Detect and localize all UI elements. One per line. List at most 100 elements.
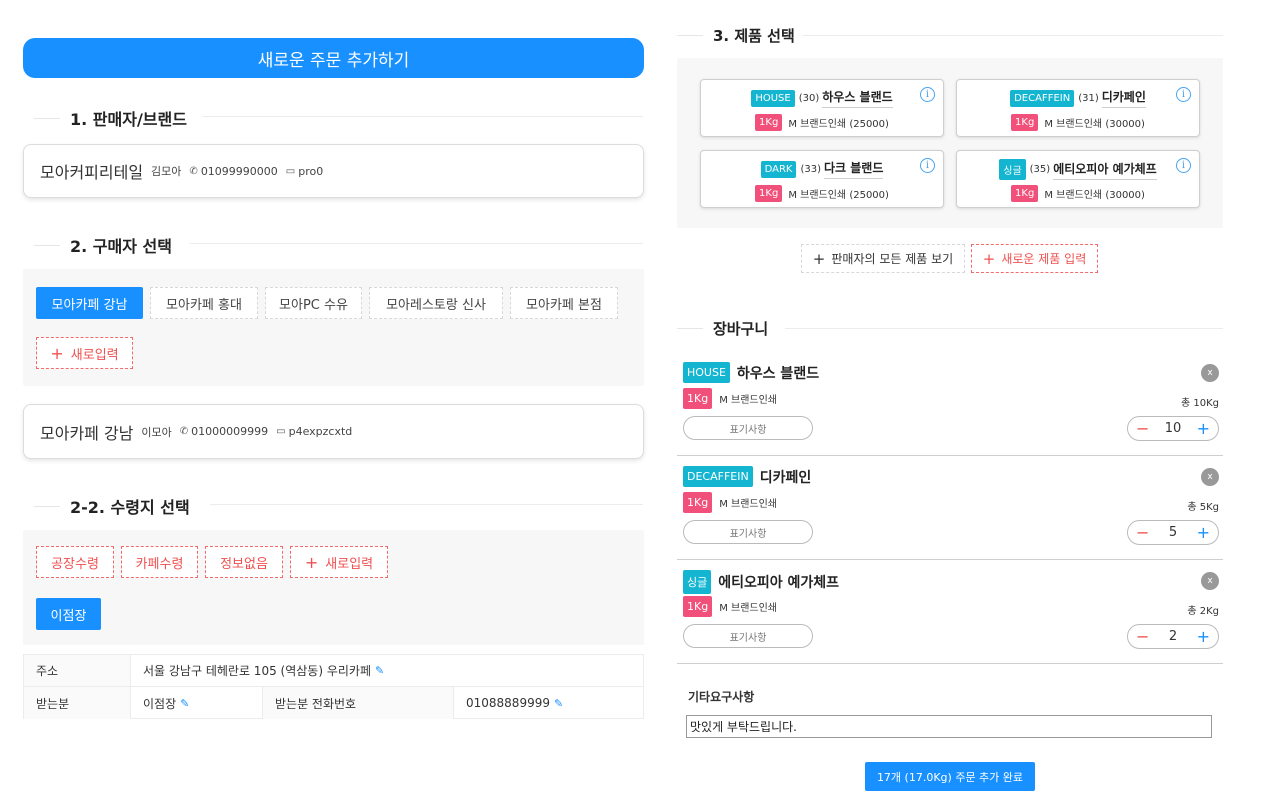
request-input[interactable] (686, 715, 1212, 738)
product-name: 디카페인 (1101, 88, 1146, 108)
seller-id: pro0 (298, 164, 324, 178)
address-table: 주소 서울 강남구 테헤란로 105 (역삼동) 우리카페 ✎ 받는분 이점장 … (23, 654, 644, 719)
product-desc: M 브랜드인쇄 (25000) (788, 190, 889, 201)
buyer-option-label: 모아레스토랑 신사 (386, 297, 486, 313)
recipient-row: 받는분 이점장 ✎ 받는분 전화번호 01088889999 ✎ (24, 687, 643, 719)
new-product-button[interactable]: + 새로운 제품 입력 (971, 244, 1098, 273)
recipient-phone-value: 01088889999 (466, 696, 550, 710)
minus-icon[interactable]: − (1136, 524, 1149, 541)
product-name: 다크 블랜드 (824, 159, 884, 179)
address-value-cell[interactable]: 서울 강남구 테헤란로 105 (역삼동) 우리카페 ✎ (131, 655, 384, 686)
buyer-phone: 01000009999 (191, 425, 269, 438)
divider (190, 243, 643, 244)
edit-icon[interactable]: ✎ (554, 697, 563, 710)
product-desc: M 브랜드인쇄 (25000) (788, 119, 889, 130)
info-icon[interactable]: i (1176, 87, 1191, 102)
product-card[interactable]: DARK (33) 다크 블랜드 1Kg M 브랜드인쇄 (25000) i (700, 150, 944, 208)
receiver-section-title: 2-2. 수령지 선택 (34, 494, 190, 518)
cart-item-name: 에티오피아 예가체프 (718, 575, 840, 591)
buyer-option-button[interactable]: 모아레스토랑 신사 (369, 287, 503, 319)
info-icon[interactable]: i (920, 158, 935, 173)
divider (202, 116, 643, 117)
cart-item-size: 1Kg (683, 492, 713, 513)
plus-icon: + (304, 552, 319, 572)
view-all-products-label: 판매자의 모든 제품 보기 (831, 252, 954, 266)
divider (802, 35, 1223, 36)
buyer-section-title: 2. 구매자 선택 (34, 233, 172, 257)
view-all-products-button[interactable]: + 판매자의 모든 제품 보기 (801, 244, 965, 273)
cart-item-desc: M 브랜드인쇄 (719, 395, 778, 406)
buyer-option-button[interactable]: 모아카페 홍대 (150, 287, 258, 319)
plus-icon[interactable]: + (1197, 524, 1210, 541)
remove-icon[interactable]: x (1201, 468, 1219, 486)
recipient-phone-label: 받는분 전화번호 (263, 687, 454, 719)
minus-icon[interactable]: − (1136, 420, 1149, 437)
add-order-header-button[interactable]: 새로운 주문 추가하기 (23, 38, 644, 78)
product-size-tag: 1Kg (1011, 114, 1039, 131)
receiver-option-label: 공장수령 (51, 556, 99, 572)
address-row: 주소 서울 강남구 테헤란로 105 (역삼동) 우리카페 ✎ (24, 655, 643, 687)
buyer-card[interactable]: 모아카페 강남 이모아 ✆ 01000009999 ▭ p4expzcxtd (23, 404, 644, 459)
seller-person: 김모아 (151, 165, 182, 178)
memo-button[interactable]: 표기사항 (683, 416, 813, 440)
seller-card[interactable]: 모아커피리테일 김모아 ✆ 01099990000 ▭ pro0 (23, 144, 644, 198)
header-title: 새로운 주문 추가하기 (257, 50, 410, 71)
remove-icon[interactable]: x (1201, 364, 1219, 382)
recipient-phone-cell[interactable]: 01088889999 ✎ (454, 687, 563, 719)
memo-button[interactable]: 표기사항 (683, 520, 813, 544)
buyer-option-button[interactable]: 모아PC 수유 (265, 287, 362, 319)
product-card[interactable]: 싱글 (35) 에티오피아 예가체프 1Kg M 브랜드인쇄 (30000) i (956, 150, 1200, 208)
product-desc: M 브랜드인쇄 (30000) (1044, 190, 1145, 201)
plus-icon: + (812, 249, 826, 268)
product-tag: 싱글 (999, 159, 1026, 180)
product-number: (35) (1029, 164, 1051, 175)
cart-section-title: 장바구니 (677, 318, 768, 339)
buyer-option-label: 모아PC 수유 (279, 297, 348, 313)
buyer-id: p4expzcxtd (288, 425, 353, 438)
buyer-option-button[interactable]: 모아카페 강남 (36, 287, 143, 319)
buyer-option-button[interactable]: 모아카페 본점 (510, 287, 618, 319)
cart-item-size: 1Kg (683, 596, 713, 617)
plus-icon[interactable]: + (1197, 420, 1210, 437)
product-desc: M 브랜드인쇄 (30000) (1044, 119, 1145, 130)
product-tag: DARK (760, 160, 797, 178)
submit-order-button[interactable]: 17개 (17.0Kg) 주문 추가 완료 (865, 762, 1035, 791)
product-tag: HOUSE (751, 89, 795, 107)
seller-name: 모아커피리테일 (40, 163, 144, 182)
receiver-selected-button[interactable]: 이점장 (36, 598, 101, 630)
cart-item-tag: HOUSE (683, 362, 730, 383)
cart-item-name: 하우스 블랜드 (736, 365, 820, 382)
quantity-stepper: − 5 + (1127, 520, 1219, 545)
edit-icon[interactable]: ✎ (180, 697, 189, 710)
product-number: (31) (1078, 92, 1099, 104)
remove-icon[interactable]: x (1201, 572, 1219, 590)
product-number: (30) (798, 92, 820, 104)
receiver-option-button[interactable]: 카페수령 (121, 546, 198, 578)
recipient-value-cell[interactable]: 이점장 ✎ (131, 687, 263, 719)
info-icon[interactable]: i (920, 87, 935, 102)
edit-icon[interactable]: ✎ (375, 664, 384, 677)
cart-item: DECAFFEIN 디카페인 x 1Kg M 브랜드인쇄 총 5Kg 표기사항 … (677, 456, 1223, 560)
buyer-new-label: 새로입력 (70, 347, 119, 363)
seller-id-group: ▭ pro0 (286, 165, 323, 178)
cart-item-tag: DECAFFEIN (683, 466, 753, 487)
receiver-option-label: 카페수령 (135, 556, 184, 572)
info-icon[interactable]: i (1176, 158, 1191, 173)
plus-icon[interactable]: + (1197, 628, 1210, 645)
divider (210, 504, 643, 505)
product-tag: DECAFFEIN (1010, 89, 1075, 107)
receiver-option-button[interactable]: 정보없음 (205, 546, 283, 578)
product-number: (33) (800, 163, 821, 175)
cart-item-tag: 싱글 (683, 570, 712, 594)
product-size-tag: 1Kg (755, 114, 783, 131)
phone-icon: ✆ (179, 426, 189, 437)
receiver-option-button[interactable]: 공장수령 (36, 546, 114, 578)
buyer-phone-group: ✆ 01000009999 (180, 425, 268, 438)
product-card[interactable]: DECAFFEIN (31) 디카페인 1Kg M 브랜드인쇄 (30000) … (956, 79, 1200, 137)
minus-icon[interactable]: − (1136, 628, 1149, 645)
receiver-new-button[interactable]: + 새로입력 (290, 546, 388, 578)
receiver-option-label: 정보없음 (220, 556, 268, 572)
buyer-new-button[interactable]: + 새로입력 (36, 337, 133, 369)
memo-button[interactable]: 표기사항 (683, 624, 813, 648)
product-card[interactable]: HOUSE (30) 하우스 블랜드 1Kg M 브랜드인쇄 (25000) i (700, 79, 944, 137)
